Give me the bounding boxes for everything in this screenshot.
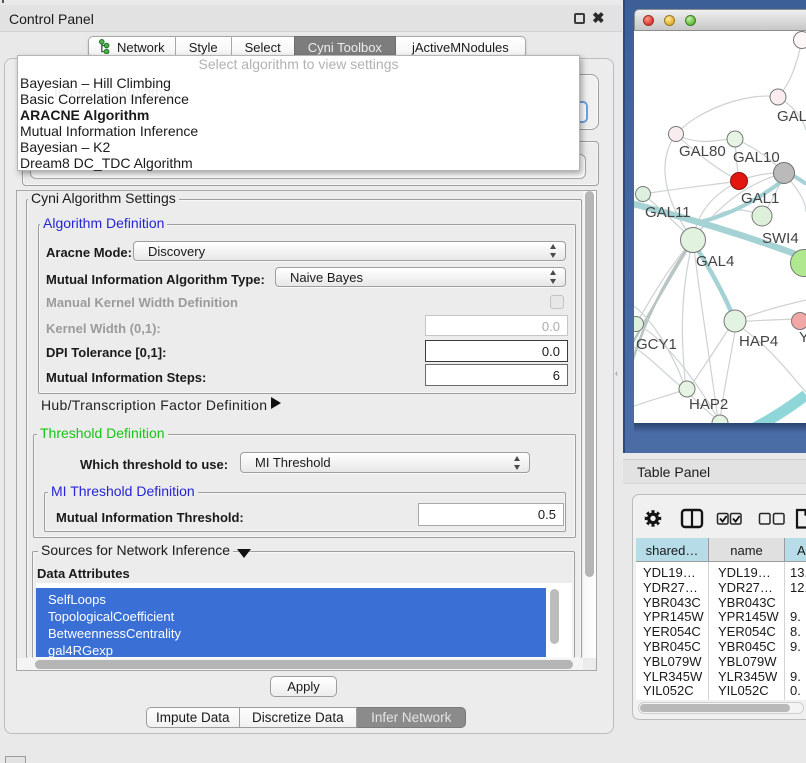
svg-text:GAL4: GAL4 xyxy=(696,253,734,270)
svg-text:Y: Y xyxy=(799,329,806,346)
svg-text:GAL1: GAL1 xyxy=(741,190,779,207)
svg-text:SWI4: SWI4 xyxy=(762,230,799,247)
svg-text:GAL80: GAL80 xyxy=(679,143,726,160)
svg-text:HAP2: HAP2 xyxy=(689,396,728,413)
svg-text:GAL7: GAL7 xyxy=(777,108,806,125)
svg-text:GAL10: GAL10 xyxy=(733,149,780,166)
svg-text:HAP4: HAP4 xyxy=(739,333,778,350)
svg-text:GCY1: GCY1 xyxy=(636,336,677,353)
svg-text:GAL11: GAL11 xyxy=(645,204,691,221)
